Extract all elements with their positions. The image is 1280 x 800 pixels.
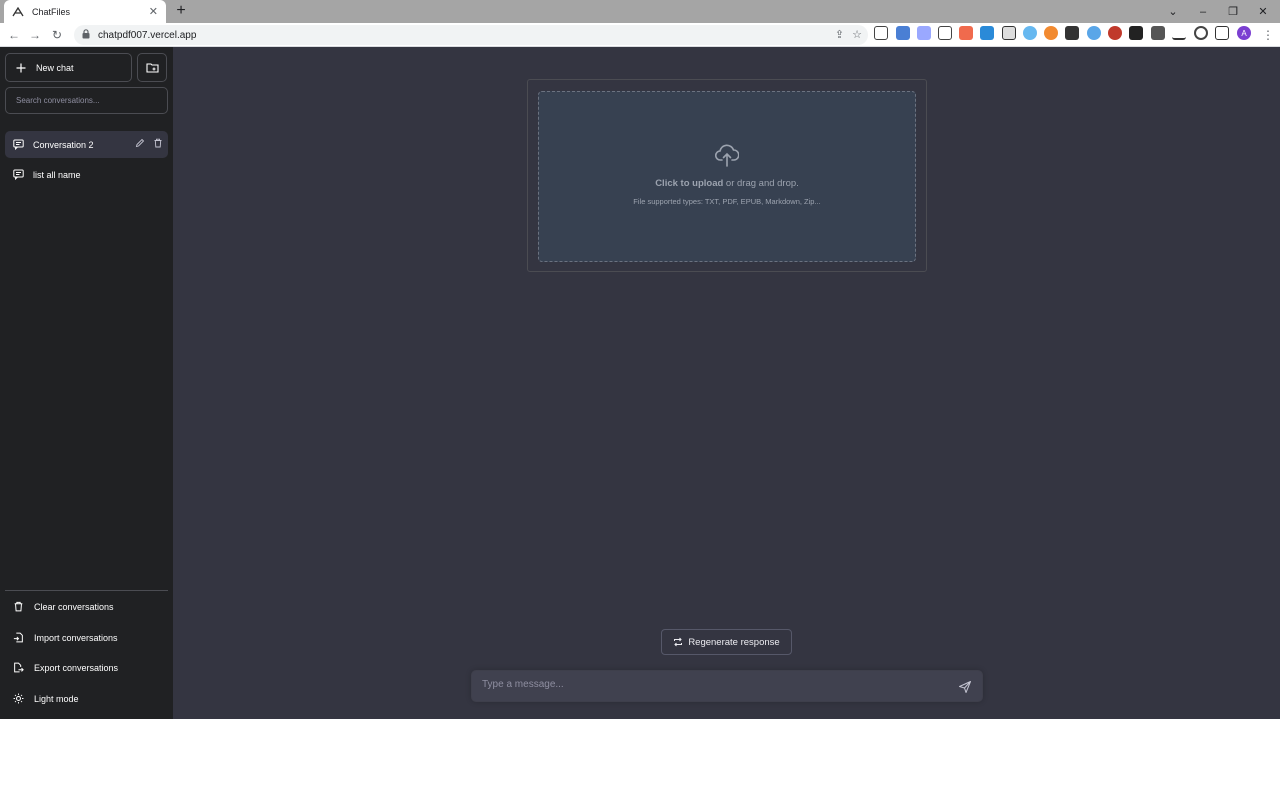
click-to-upload-text: Click to upload [655,178,724,189]
export-conversations-label: Export conversations [34,662,119,673]
side-panel-icon[interactable] [1215,26,1229,40]
search-conversations-input[interactable] [5,87,168,114]
address-bar[interactable]: chatpdf007.vercel.app ⇪ ☆ [74,25,868,45]
chatfiles-favicon-icon [12,6,24,18]
extensions-puzzle-icon[interactable] [1151,26,1165,40]
new-tab-button[interactable]: + [172,2,190,20]
refresh-icon [674,637,683,647]
chat-main: Click to upload or drag and drop. File s… [173,47,1280,719]
conversation-label: list all name [33,169,81,180]
sidebar: New chat Conversation 2 list all name Cl… [0,47,173,719]
plus-icon [16,63,26,72]
download-icon[interactable] [1172,26,1186,40]
minimize-button[interactable]: – [1188,0,1218,23]
folder-plus-icon [145,63,159,73]
browser-tab-strip: ChatFiles ✕ + ⌄ – ❐ ✕ [0,0,1280,23]
extension-blue-icon[interactable] [980,26,994,40]
export-conversations-button[interactable]: Export conversations [5,654,168,681]
reload-icon[interactable]: ↻ [46,24,68,46]
message-icon [13,169,24,180]
extension-dark-icon[interactable] [1129,26,1143,40]
light-mode-label: Light mode [34,693,79,704]
url-text: chatpdf007.vercel.app [98,29,197,41]
lock-icon [82,28,92,42]
message-icon [13,139,24,150]
extension-ai-icon[interactable] [917,26,931,40]
share-icon[interactable]: ⇪ [835,28,844,41]
back-icon[interactable]: ← [3,24,25,46]
browser-toolbar: ← → ↻ chatpdf007.vercel.app ⇪ ☆ A ⋮ [0,23,1280,47]
conversation-label: Conversation 2 [33,139,94,150]
message-input[interactable] [482,679,942,695]
bookmark-star-icon[interactable]: ☆ [852,28,862,41]
sun-icon [13,693,24,704]
pencil-icon[interactable] [135,138,145,148]
tab-title: ChatFiles [32,6,71,17]
app-window: ChatFiles ✕ + ⌄ – ❐ ✕ ← → ↻ chatpdf007.v… [0,0,1280,800]
file-import-icon [13,632,23,643]
clear-conversations-button[interactable]: Clear conversations [5,593,168,620]
clear-conversations-label: Clear conversations [34,601,114,612]
light-mode-button[interactable]: Light mode [5,685,168,712]
extension-doc-icon[interactable] [938,26,952,40]
forward-icon[interactable]: → [24,24,46,46]
cloud-upload-icon [715,144,739,167]
regenerate-response-button[interactable]: Regenerate response [661,629,792,655]
extension-scan-icon[interactable] [1002,26,1016,40]
extension-cap-icon[interactable] [1065,26,1079,40]
google-icon[interactable] [1194,26,1208,40]
extension-react-icon[interactable] [1087,26,1101,40]
send-icon[interactable] [958,680,972,694]
conversation-item-list-all-name[interactable]: list all name [5,161,168,188]
new-chat-label: New chat [36,62,74,73]
close-window-button[interactable]: ✕ [1248,0,1278,23]
extension-pdf-icon[interactable] [959,26,973,40]
message-composer [471,670,983,702]
extension-globe-icon[interactable] [1023,26,1037,40]
upload-panel: Click to upload or drag and drop. File s… [527,79,927,272]
extension-translate-icon[interactable] [896,26,910,40]
tab-close-icon[interactable]: ✕ [149,5,158,18]
extension-red-icon[interactable] [1108,26,1122,40]
conversation-item-conversation-2[interactable]: Conversation 2 [5,131,168,158]
regenerate-label: Regenerate response [688,636,780,648]
new-chat-button[interactable]: New chat [5,53,132,82]
extension-screenshot-icon[interactable] [874,26,888,40]
extension-firefox-icon[interactable] [1044,26,1058,40]
trash-icon[interactable] [153,138,163,148]
sidebar-divider [5,590,168,591]
file-export-icon [14,662,24,673]
import-conversations-button[interactable]: Import conversations [5,624,168,651]
new-folder-button[interactable] [137,53,167,82]
trash-icon [14,601,23,612]
profile-avatar[interactable]: A [1237,26,1251,40]
import-conversations-label: Import conversations [34,632,118,643]
restore-button[interactable]: ❐ [1218,0,1248,23]
drag-drop-text: or drag and drop. [723,178,799,189]
tab-search-icon[interactable]: ⌄ [1158,0,1188,23]
file-dropzone[interactable]: Click to upload or drag and drop. File s… [538,91,916,262]
browser-tab[interactable]: ChatFiles ✕ [4,0,166,23]
menu-kebab-icon[interactable]: ⋮ [1257,24,1279,46]
supported-types-text: File supported types: TXT, PDF, EPUB, Ma… [633,197,821,206]
upload-instructions: Click to upload or drag and drop. [539,178,915,189]
